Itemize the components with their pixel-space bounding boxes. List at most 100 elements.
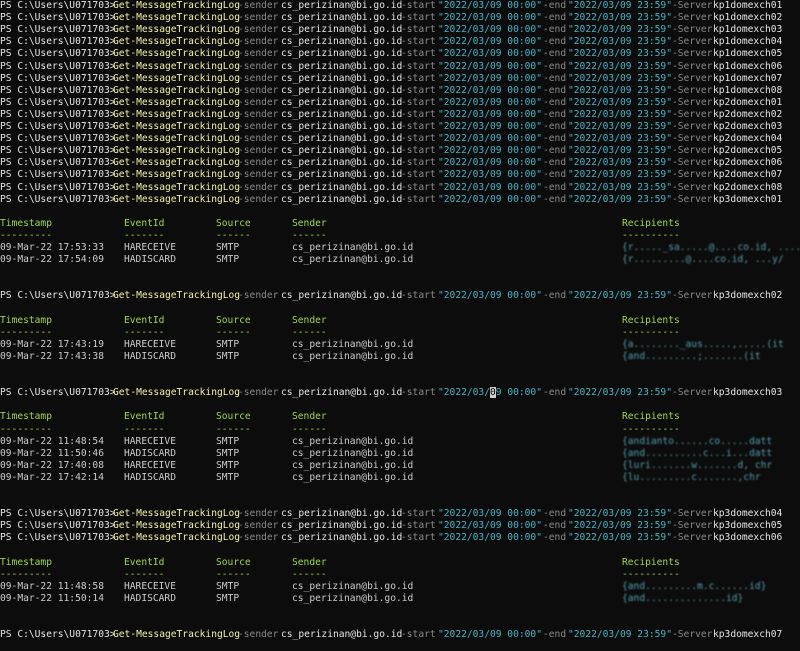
end-value: "2022/03/09 23:59": [568, 290, 672, 302]
prompt: PS C:\Users\U071703>: [0, 387, 116, 399]
prompt: PS C:\Users\U071703>: [0, 520, 116, 532]
sender-cell: cs_perizinan@bi.go.id: [292, 471, 414, 483]
start-param: -start: [401, 290, 436, 302]
timestamp-cell: 09-Mar-22 17:43:38: [0, 350, 104, 362]
recipients-cell: {r....._sa.....@....co.id, ....y_: [622, 242, 800, 253]
cmdlet: Get-MessageTrackingLog: [113, 24, 241, 36]
start-value: "2022/03/09 00:00": [438, 60, 542, 72]
server-value: kp2domexch05: [713, 145, 783, 157]
recipients-cell: {lu.........c.......,chr: [622, 471, 761, 483]
server-param: -Server: [672, 96, 713, 108]
sender-cell: cs_perizinan@bi.go.id: [292, 254, 414, 266]
table-header-underline: --------- ------- ------ ------ ----------: [0, 424, 800, 436]
table-row: 09-Mar-22 17:43:38 HADISCARD SMTP cs_perizi…: [0, 351, 800, 363]
end-param: -end: [543, 36, 567, 48]
start-value: "2022/03/09 00:00": [438, 12, 542, 24]
powershell-terminal[interactable]: PS C:\Users\U071703> Get-MessageTrackingL…: [0, 0, 800, 651]
server-param: -Server: [672, 157, 713, 169]
command-line: PS C:\Users\U071703> Get-MessageTrackingL…: [0, 145, 800, 157]
server-value: kp2domexch04: [713, 133, 783, 145]
start-param: -start: [401, 508, 436, 520]
cmdlet: Get-MessageTrackingLog: [113, 133, 241, 145]
sender-value: cs_perizinan@bi.go.id: [281, 48, 403, 60]
recipients-cell: {and.........;.......(it: [622, 350, 761, 362]
end-value: "2022/03/09 23:59": [568, 0, 672, 11]
header-eventid: EventId: [124, 314, 165, 326]
start-value: "2022/03/09 00:00": [438, 72, 542, 84]
prompt: PS C:\Users\U071703>: [0, 84, 116, 96]
command-line: PS C:\Users\U071703> Get-MessageTrackingL…: [0, 0, 800, 12]
underline-timestamp: ---------: [0, 326, 52, 338]
server-param: -Server: [672, 12, 713, 24]
sender-cell: cs_perizinan@bi.go.id: [292, 459, 414, 471]
start-value: "2022/03/09 00:00": [438, 36, 542, 48]
start-value: "2022/03/09 00:00": [438, 193, 542, 205]
cmdlet: Get-MessageTrackingLog: [113, 169, 241, 181]
sender-param: -sender: [238, 169, 279, 181]
server-param: -Server: [672, 121, 713, 132]
end-value: "2022/03/09 23:59": [568, 96, 672, 108]
end-param: -end: [543, 145, 567, 157]
sender-value: cs_perizinan@bi.go.id: [281, 169, 403, 181]
prompt: PS C:\Users\U071703>: [0, 36, 116, 48]
recipients-cell: {andianto......co.....datt: [622, 435, 773, 447]
server-value: kp1domexch01: [713, 0, 783, 11]
end-param: -end: [543, 24, 567, 36]
underline-sender: ------: [292, 229, 327, 241]
sender-param: -sender: [238, 108, 279, 120]
command-line: PS C:\Users\U071703> Get-MessageTrackingL…: [0, 387, 800, 399]
start-value: "2022/03/09 00:00": [438, 508, 542, 520]
source-cell: SMTP: [216, 447, 240, 459]
start-param: -start: [401, 36, 436, 48]
command-line: PS C:\Users\U071703> Get-MessageTrackingL…: [0, 182, 800, 194]
end-param: -end: [543, 48, 567, 60]
prompt: PS C:\Users\U071703>: [0, 157, 116, 169]
start-param: -start: [401, 121, 436, 132]
command-line: PS C:\Users\U071703> Get-MessageTrackingL…: [0, 73, 800, 85]
end-value: "2022/03/09 23:59": [568, 169, 672, 181]
cmdlet: Get-MessageTrackingLog: [113, 145, 241, 157]
start-param: -start: [401, 96, 436, 108]
server-param: -Server: [672, 60, 713, 72]
prompt: PS C:\Users\U071703>: [0, 72, 116, 84]
sender-value: cs_perizinan@bi.go.id: [281, 508, 403, 520]
timestamp-cell: 09-Mar-22 11:50:46: [0, 447, 104, 459]
start-param: -start: [401, 629, 436, 641]
eventid-cell: HADISCARD: [124, 350, 176, 362]
eventid-cell: HARECEIVE: [124, 242, 176, 253]
server-param: -Server: [672, 387, 713, 399]
eventid-cell: HADISCARD: [124, 254, 176, 266]
end-param: -end: [543, 72, 567, 84]
underline-sender: ------: [292, 568, 327, 580]
sender-param: -sender: [238, 508, 279, 520]
command-line: PS C:\Users\U071703> Get-MessageTrackingL…: [0, 85, 800, 97]
eventid-cell: HADISCARD: [124, 447, 176, 459]
end-param: -end: [543, 96, 567, 108]
command-line: PS C:\Users\U071703> Get-MessageTrackingL…: [0, 194, 800, 206]
server-value: kp1domexch08: [713, 84, 783, 96]
header-sender: Sender: [292, 411, 327, 423]
prompt: PS C:\Users\U071703>: [0, 508, 116, 520]
start-value-part: "2022/03/: [438, 387, 490, 399]
header-eventid: EventId: [124, 556, 165, 568]
start-value: "2022/03/09 00:00": [438, 520, 542, 532]
header-sender: Sender: [292, 556, 327, 568]
start-param: -start: [401, 24, 436, 36]
prompt: PS C:\Users\U071703>: [0, 193, 116, 205]
table-row: 09-Mar-22 11:48:54 HARECEIVE SMTP cs_perizi…: [0, 436, 800, 448]
cmdlet: Get-MessageTrackingLog: [113, 508, 241, 520]
server-param: -Server: [672, 72, 713, 84]
sender-cell: cs_perizinan@bi.go.id: [292, 242, 414, 253]
sender-cell: cs_perizinan@bi.go.id: [292, 338, 414, 350]
sender-value: cs_perizinan@bi.go.id: [281, 387, 403, 399]
end-param: -end: [543, 60, 567, 72]
header-recipients: Recipients: [622, 411, 680, 423]
start-param: -start: [401, 12, 436, 24]
table-header: Timestamp EventId Source Sender Recipients: [0, 315, 800, 327]
header-source: Source: [216, 314, 251, 326]
cmdlet: Get-MessageTrackingLog: [113, 12, 241, 24]
table-row: 09-Mar-22 11:50:46 HADISCARD SMTP cs_perizi…: [0, 448, 800, 460]
cmdlet: Get-MessageTrackingLog: [113, 60, 241, 72]
prompt: PS C:\Users\U071703>: [0, 108, 116, 120]
sender-param: -sender: [238, 121, 279, 132]
